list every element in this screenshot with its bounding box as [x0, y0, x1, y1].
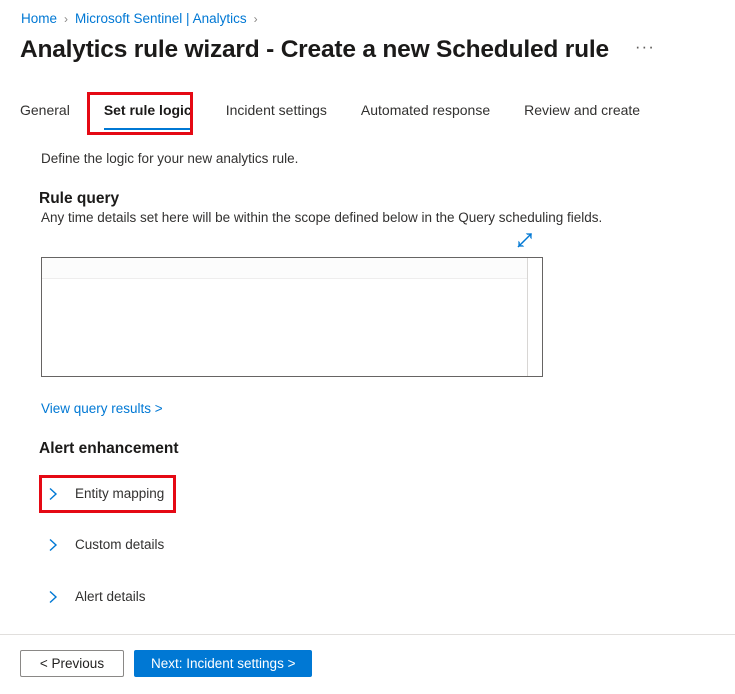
chevron-right-icon: [49, 538, 58, 552]
next-incident-settings-button[interactable]: Next: Incident settings >: [134, 650, 313, 677]
breadcrumb: Home › Microsoft Sentinel | Analytics ›: [21, 10, 265, 28]
tab-general-label: General: [20, 102, 70, 118]
tab-incident-settings[interactable]: Incident settings: [226, 98, 327, 130]
chevron-right-icon: [49, 590, 58, 604]
tab-automated-response-label: Automated response: [360, 102, 491, 118]
wizard-footer: < Previous Next: Incident settings >: [20, 650, 313, 677]
breadcrumb-item-home[interactable]: Home: [21, 10, 57, 28]
page-title: Analytics rule wizard - Create a new Sch…: [20, 36, 609, 63]
more-actions-icon[interactable]: ···: [631, 38, 659, 61]
accordion-alert-details-label: Alert details: [75, 589, 146, 604]
query-editor-value: [48, 284, 524, 372]
rule-query-heading: Rule query: [39, 190, 120, 207]
alert-enhancement-heading: Alert enhancement: [39, 440, 179, 457]
tab-automated-response[interactable]: Automated response: [361, 98, 490, 130]
accordion-entity-mapping-label: Entity mapping: [75, 486, 165, 501]
rule-query-description: Any time details set here will be within…: [41, 210, 603, 225]
tab-incident-settings-label: Incident settings: [225, 102, 327, 118]
tab-set-rule-logic-label: Set rule logic: [103, 102, 192, 118]
tab-review-and-create[interactable]: Review and create: [524, 98, 640, 130]
page-intro-text: Define the logic for your new analytics …: [41, 151, 299, 166]
breadcrumb-separator-icon: ›: [64, 12, 69, 26]
rule-query-editor[interactable]: [41, 257, 543, 377]
query-editor-toolbar: [42, 258, 542, 279]
accordion-alert-details[interactable]: Alert details: [44, 583, 146, 611]
view-query-results-link[interactable]: View query results >: [41, 400, 163, 418]
expand-diagonal-icon[interactable]: [514, 229, 536, 251]
chevron-right-icon: [49, 487, 58, 501]
tab-set-rule-logic[interactable]: Set rule logic: [103, 98, 192, 130]
breadcrumb-item-microsoft-sentinel-analytics[interactable]: Microsoft Sentinel | Analytics: [75, 10, 247, 28]
accordion-custom-details[interactable]: Custom details: [44, 531, 164, 559]
accordion-custom-details-label: Custom details: [75, 537, 165, 552]
tab-general[interactable]: General: [20, 98, 70, 130]
breadcrumb-separator-icon-2: ›: [253, 12, 258, 26]
previous-button[interactable]: < Previous: [20, 650, 124, 677]
tab-review-and-create-label: Review and create: [524, 102, 641, 118]
query-editor-scrollbar[interactable]: [528, 258, 542, 376]
page-header: Analytics rule wizard - Create a new Sch…: [20, 33, 659, 67]
wizard-tablist: General Set rule logic Incident settings…: [20, 98, 640, 132]
accordion-entity-mapping[interactable]: Entity mapping: [44, 480, 164, 508]
footer-divider: [0, 634, 735, 635]
